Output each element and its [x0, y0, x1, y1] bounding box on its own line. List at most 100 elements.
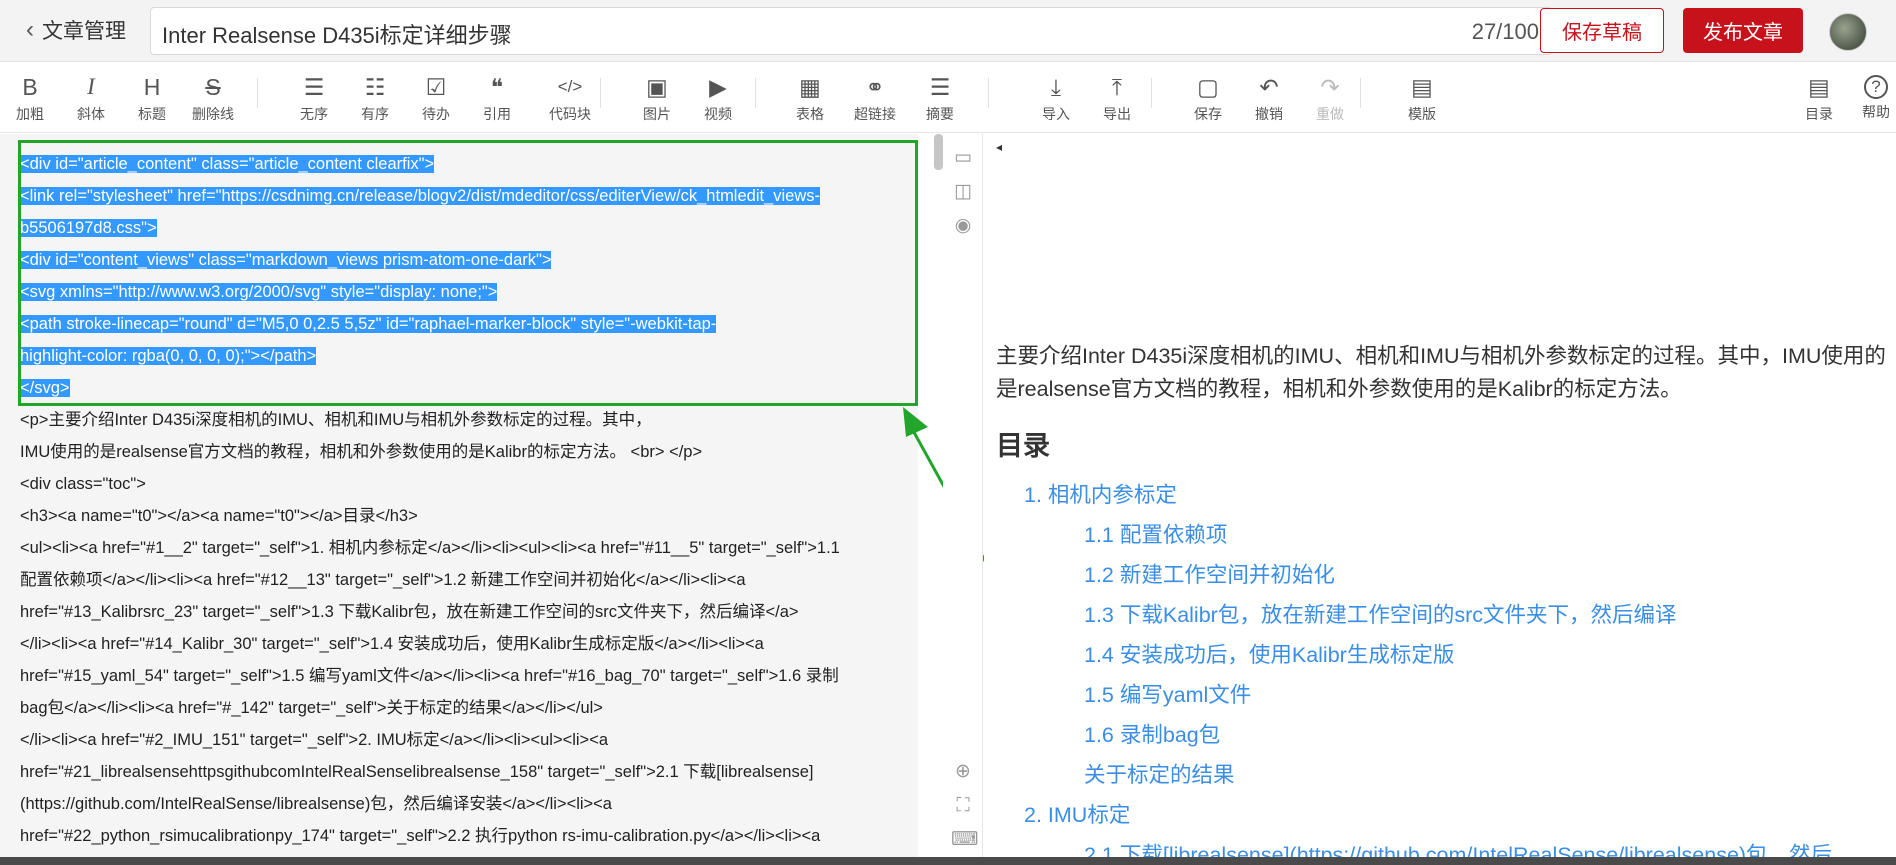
code-line[interactable]: href="#22_python_rsimucalibrationpy_174"…: [20, 820, 910, 852]
article-preview: ◂ 主要介绍Inter D435i深度相机的IMU、相机和IMU与相机外参数标定…: [984, 134, 1896, 865]
toolbar-separator: [755, 78, 756, 108]
redo-icon: ↷: [1320, 74, 1340, 100]
image-icon: ▣: [646, 74, 668, 100]
toolbar-redo-button[interactable]: ↷ 重做: [1300, 72, 1360, 124]
toolbar-undo-button[interactable]: ↶ 撤销: [1239, 72, 1299, 124]
toolbar-label: 引用: [483, 106, 511, 122]
export-icon: ⤒: [1111, 74, 1123, 100]
toolbar-separator: [600, 78, 601, 108]
html-source-editor[interactable]: <div id="article_content" class="article…: [0, 134, 918, 865]
toc-link[interactable]: 1.2 新建工作空间并初始化: [1084, 558, 1335, 589]
toolbar-video-button[interactable]: ▶ 视频: [688, 72, 748, 124]
code-line[interactable]: </li><li><a href="#14_Kalibr_30" target=…: [20, 628, 910, 660]
toolbar-bold-button[interactable]: B 加粗: [0, 72, 60, 124]
code-line[interactable]: </li><li><a href="#2_IMU_151" target="_s…: [20, 724, 910, 756]
toc-link[interactable]: 1.4 安装成功后，使用Kalibr生成标定版: [1084, 638, 1454, 669]
source-code[interactable]: <div id="article_content" class="article…: [20, 148, 910, 852]
code-line[interactable]: <div id="content_views" class="markdown_…: [20, 244, 910, 276]
target-icon[interactable]: ⊕: [951, 760, 975, 784]
toolbar-image-button[interactable]: ▣ 图片: [627, 72, 687, 124]
save-draft-button[interactable]: 保存草稿: [1540, 8, 1664, 53]
code-line[interactable]: <path stroke-linecap="round" d="M5,0 0,2…: [20, 308, 910, 340]
toolbar-separator: [257, 78, 258, 108]
fullscreen-icon[interactable]: ⛶: [951, 794, 975, 818]
toc-link[interactable]: 2. IMU标定: [1024, 798, 1130, 829]
keyboard-icon[interactable]: ⌨: [951, 828, 978, 852]
template-icon: ▤: [1411, 74, 1433, 100]
code-line[interactable]: href="#15_yaml_54" target="_self">1.5 编写…: [20, 660, 910, 692]
toolbar-label: 有序: [361, 106, 389, 122]
italic-icon: I: [87, 74, 95, 99]
table-icon: ▦: [799, 74, 821, 100]
toc-link[interactable]: 1.3 下载Kalibr包，放在新建工作空间的src文件夹下，然后编译: [1084, 598, 1677, 629]
code-line[interactable]: <ul><li><a href="#1__2" target="_self">1…: [20, 532, 910, 564]
toolbar-label: 导出: [1103, 106, 1131, 122]
toolbar-toc-button[interactable]: ▤ 目录: [1789, 72, 1849, 124]
user-avatar[interactable]: [1829, 13, 1867, 51]
split-pane-icon[interactable]: ◫: [951, 180, 975, 204]
toolbar-summary-button[interactable]: ☰ 摘要: [910, 72, 970, 124]
top-bar: ‹ 文章管理 Inter Realsense D435i标定详细步骤 27/10…: [0, 0, 1896, 62]
toc-link[interactable]: 1.5 编写yaml文件: [1084, 678, 1251, 709]
toolbar-template-button[interactable]: ▤ 模版: [1392, 72, 1452, 124]
toolbar-export-button[interactable]: ⤒ 导出: [1087, 72, 1147, 124]
code-line[interactable]: IMU使用的是realsense官方文档的教程，相机和外参数使用的是Kalibr…: [20, 436, 910, 468]
code-line[interactable]: <svg xmlns="http://www.w3.org/2000/svg" …: [20, 276, 910, 308]
toolbar-ordered-list-button[interactable]: ☷ 有序: [345, 72, 405, 124]
toolbar-label: 重做: [1316, 106, 1344, 122]
toolbar-help-button[interactable]: ? 帮助: [1846, 72, 1896, 122]
code-line[interactable]: href="#21_librealsensehttpsgithubcomInte…: [20, 756, 910, 788]
article-title-input[interactable]: Inter Realsense D435i标定详细步骤 27/100: [150, 7, 1552, 55]
back-to-article-management[interactable]: ‹ 文章管理: [26, 14, 126, 46]
toc-link[interactable]: 1.1 配置依赖项: [1084, 518, 1227, 549]
preview-eye-icon[interactable]: ◉: [951, 214, 975, 238]
toolbar-strikethrough-button[interactable]: S 删除线: [183, 72, 243, 124]
toolbar-label: 目录: [1805, 106, 1833, 122]
code-line[interactable]: <link rel="stylesheet" href="https://csd…: [20, 180, 910, 212]
preview-toc-heading: 目录: [996, 431, 1050, 461]
publish-article-button[interactable]: 发布文章: [1683, 8, 1803, 53]
code-line[interactable]: href="#13_Kalibrsrc_23" target="_self">1…: [20, 596, 910, 628]
code-line[interactable]: <h3><a name="t0"></a><a name="t0"></a>目录…: [20, 500, 910, 532]
single-pane-icon[interactable]: ▭: [951, 146, 975, 170]
preview-intro-paragraph: 主要介绍Inter D435i深度相机的IMU、相机和IMU与相机外参数标定的过…: [996, 344, 1886, 401]
code-block-icon: </>: [557, 77, 583, 96]
toolbar-label: 斜体: [77, 106, 105, 122]
bold-icon: B: [22, 74, 38, 100]
toolbar-separator: [988, 78, 989, 108]
toolbar-italic-button[interactable]: I 斜体: [61, 72, 121, 124]
code-line[interactable]: <p>主要介绍Inter D435i深度相机的IMU、相机和IMU与相机外参数标…: [20, 404, 910, 436]
code-line[interactable]: bag包</a></li><li><a href="#_142" target=…: [20, 692, 910, 724]
toc-link[interactable]: 1.6 录制bag包: [1084, 718, 1220, 749]
toolbar-label: 待办: [422, 106, 450, 122]
code-line[interactable]: <div id="article_content" class="article…: [20, 148, 910, 180]
toolbar-label: 视频: [704, 106, 732, 122]
toc-link[interactable]: 1. 相机内参标定: [1024, 478, 1177, 509]
toolbar-heading-button[interactable]: H 标题: [122, 72, 182, 124]
toc-link[interactable]: 关于标定的结果: [1084, 758, 1235, 789]
code-line[interactable]: (https://github.com/IntelRealSense/libre…: [20, 788, 910, 820]
import-icon: ⤓: [1050, 74, 1062, 100]
toolbar-quote-button[interactable]: ❝ 引用: [467, 72, 527, 124]
toolbar-save-button[interactable]: ▢ 保存: [1178, 72, 1238, 124]
code-line[interactable]: highlight-color: rgba(0, 0, 0, 0);"></pa…: [20, 340, 910, 372]
editor-toolbar: B 加粗 I 斜体 H 标题 S 删除线 ☰ 无序 ☷ 有序 ☑ 待办 ❝ 引用 </> 代码块 ▣ 图片 ▶ 视频 ▦ 表格…: [0, 62, 1896, 133]
editor-scrollbar[interactable]: [934, 134, 943, 170]
toolbar-label: 撤销: [1255, 106, 1283, 122]
link-icon: ⚭: [865, 74, 885, 100]
code-line[interactable]: 配置依赖项</a></li><li><a href="#12__13" targ…: [20, 564, 910, 596]
code-line[interactable]: <div class="toc">: [20, 468, 910, 500]
toolbar-label: 保存: [1194, 106, 1222, 122]
toolbar-code-block-button[interactable]: </> 代码块: [540, 72, 600, 124]
toolbar-label: 图片: [643, 106, 671, 122]
code-line[interactable]: </svg>: [20, 372, 910, 404]
toolbar-todo-list-button[interactable]: ☑ 待办: [406, 72, 466, 124]
strikethrough-icon: S: [205, 74, 221, 100]
code-line[interactable]: b5506197d8.css">: [20, 212, 910, 244]
toolbar-import-button[interactable]: ⤓ 导入: [1026, 72, 1086, 124]
toolbar-link-button[interactable]: ⚭ 超链接: [845, 72, 905, 124]
toolbar-unordered-list-button[interactable]: ☰ 无序: [284, 72, 344, 124]
toolbar-label: 模版: [1408, 106, 1436, 122]
video-icon: ▶: [709, 74, 727, 100]
toolbar-table-button[interactable]: ▦ 表格: [780, 72, 840, 124]
